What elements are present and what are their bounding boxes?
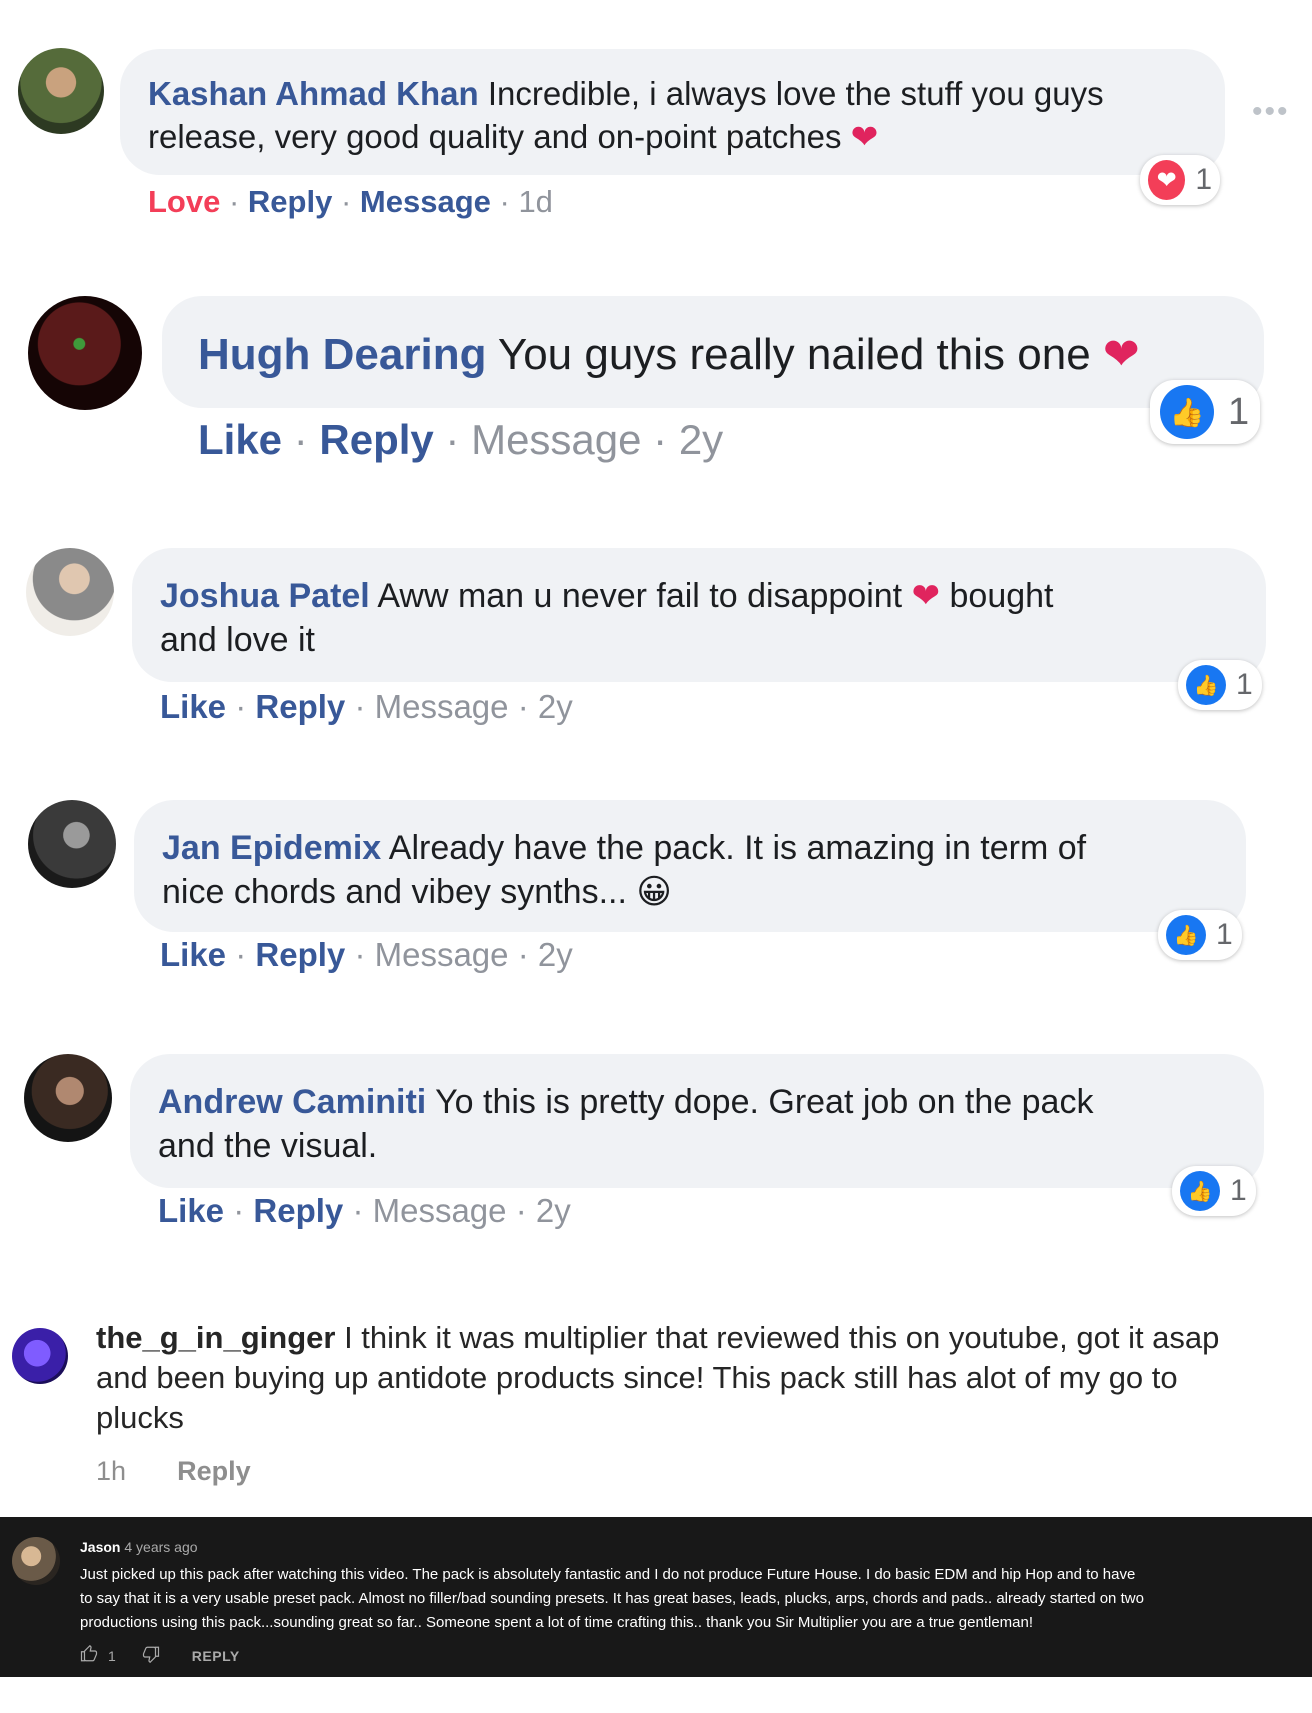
- comment-bubble: Andrew Caminiti Yo this is pretty dope. …: [130, 1054, 1264, 1188]
- like-icon: 👍: [1160, 385, 1214, 439]
- reaction-count[interactable]: 👍 1: [1178, 660, 1262, 710]
- comment-author[interactable]: Jan Epidemix: [162, 829, 381, 867]
- reaction-count[interactable]: ❤ 1: [1140, 155, 1220, 205]
- like-button[interactable]: Like: [160, 688, 226, 725]
- comment-text: plucks: [96, 1400, 184, 1435]
- reply-button[interactable]: Reply: [248, 184, 332, 219]
- message-button[interactable]: Message: [360, 184, 491, 219]
- youtube-comment: Jason 4 years ago Just picked up this pa…: [0, 1517, 1312, 1677]
- comment-author[interactable]: Joshua Patel: [160, 577, 370, 615]
- comment-bubble: Kashan Ahmad Khan Incredible, i always l…: [120, 49, 1225, 175]
- reply-button[interactable]: Reply: [255, 936, 345, 973]
- comment-text: bought: [949, 577, 1054, 615]
- avatar[interactable]: [26, 548, 114, 636]
- reaction-count[interactable]: 👍 1: [1158, 910, 1242, 960]
- comment-text: Already have the pack. It is amazing in …: [388, 829, 1087, 867]
- comment-text: release, very good quality and on-point …: [148, 117, 842, 155]
- comment-author[interactable]: Hugh Dearing: [198, 330, 486, 379]
- comment-author[interactable]: Kashan Ahmad Khan: [148, 75, 479, 112]
- comment-author[interactable]: Jason: [80, 1539, 120, 1555]
- heart-emoji-icon: ❤: [911, 577, 941, 615]
- avatar[interactable]: [12, 1537, 60, 1585]
- thumbs-down-icon[interactable]: [142, 1645, 160, 1666]
- avatar[interactable]: [24, 1054, 112, 1142]
- reply-button[interactable]: REPLY: [192, 1648, 240, 1664]
- heart-emoji-icon: ❤: [850, 117, 879, 155]
- like-button[interactable]: Like: [158, 1192, 224, 1229]
- comment-header: Jason 4 years ago: [80, 1539, 198, 1555]
- avatar[interactable]: [28, 296, 142, 410]
- more-options-icon[interactable]: •••: [1252, 95, 1290, 129]
- thumbs-up-icon[interactable]: [80, 1644, 98, 1666]
- comment-actions: Like · Reply · Message · 2y: [160, 936, 573, 973]
- comment-text: I think it was multiplier that reviewed …: [344, 1320, 1220, 1355]
- comment-actions: Like · Reply · Message · 2y: [158, 1192, 571, 1229]
- message-button[interactable]: Message: [471, 416, 641, 463]
- reply-button[interactable]: Reply: [319, 416, 433, 463]
- like-icon: 👍: [1180, 1171, 1220, 1211]
- comment-body: the_g_in_ginger I think it was multiplie…: [96, 1318, 1296, 1438]
- avatar[interactable]: [12, 1328, 68, 1384]
- comment-text: and been buying up antidote products sin…: [96, 1360, 1178, 1395]
- comment-text: nice chords and vibey synths...: [162, 873, 627, 912]
- message-button[interactable]: Message: [375, 688, 509, 725]
- like-icon: 👍: [1166, 915, 1206, 955]
- reply-button[interactable]: Reply: [255, 688, 345, 725]
- love-icon: ❤: [1148, 160, 1186, 200]
- message-button[interactable]: Message: [373, 1192, 507, 1229]
- reaction-count[interactable]: 👍 1: [1172, 1166, 1256, 1216]
- reaction-count[interactable]: 👍 1: [1150, 380, 1260, 444]
- avatar[interactable]: [18, 48, 104, 134]
- comment-text: Aww man u never fail to disappoint: [377, 577, 903, 615]
- comment-bubble: Hugh Dearing You guys really nailed this…: [162, 296, 1264, 408]
- like-icon: 👍: [1186, 665, 1226, 705]
- comment-text: Yo this is pretty dope. Great job on the…: [435, 1083, 1094, 1121]
- timestamp[interactable]: 2y: [536, 1192, 571, 1229]
- timestamp[interactable]: 2y: [679, 416, 723, 463]
- comment-meta: 1h Reply: [96, 1456, 251, 1487]
- like-count: 1: [108, 1647, 116, 1664]
- timestamp[interactable]: 4 years ago: [124, 1539, 197, 1555]
- reply-button[interactable]: Reply: [253, 1192, 343, 1229]
- comment-author[interactable]: the_g_in_ginger: [96, 1320, 335, 1355]
- avatar[interactable]: [28, 800, 116, 888]
- comment-bubble: Joshua Patel Aww man u never fail to dis…: [132, 548, 1266, 682]
- comment-text: Just picked up this pack after watching …: [80, 1566, 1144, 1631]
- comment-text: You guys really nailed this one: [497, 330, 1091, 379]
- comment-text: and the visual.: [158, 1127, 378, 1166]
- timestamp[interactable]: 1d: [518, 184, 552, 219]
- comment-actions: Like · Reply · Message · 2y: [160, 688, 573, 725]
- heart-emoji-icon: ❤: [1102, 330, 1140, 379]
- like-button[interactable]: Like: [160, 936, 226, 973]
- like-button[interactable]: Like: [198, 416, 282, 463]
- grinning-emoji-icon: 😀: [636, 873, 672, 912]
- comment-author[interactable]: Andrew Caminiti: [158, 1083, 426, 1121]
- love-button[interactable]: Love: [148, 184, 220, 219]
- comment-toolbar: 1 REPLY: [80, 1644, 240, 1666]
- comment-actions: Like · Reply · Message · 2y: [198, 416, 724, 463]
- reply-button[interactable]: Reply: [177, 1456, 251, 1486]
- comment-text: and love it: [160, 621, 315, 660]
- message-button[interactable]: Message: [375, 936, 509, 973]
- comment-actions: Love · Reply · Message · 1d: [148, 184, 553, 219]
- comment-text: Incredible, i always love the stuff you …: [487, 75, 1104, 112]
- timestamp: 1h: [96, 1456, 127, 1486]
- timestamp[interactable]: 2y: [538, 936, 573, 973]
- comment-bubble: Jan Epidemix Already have the pack. It i…: [134, 800, 1246, 932]
- timestamp[interactable]: 2y: [538, 688, 573, 725]
